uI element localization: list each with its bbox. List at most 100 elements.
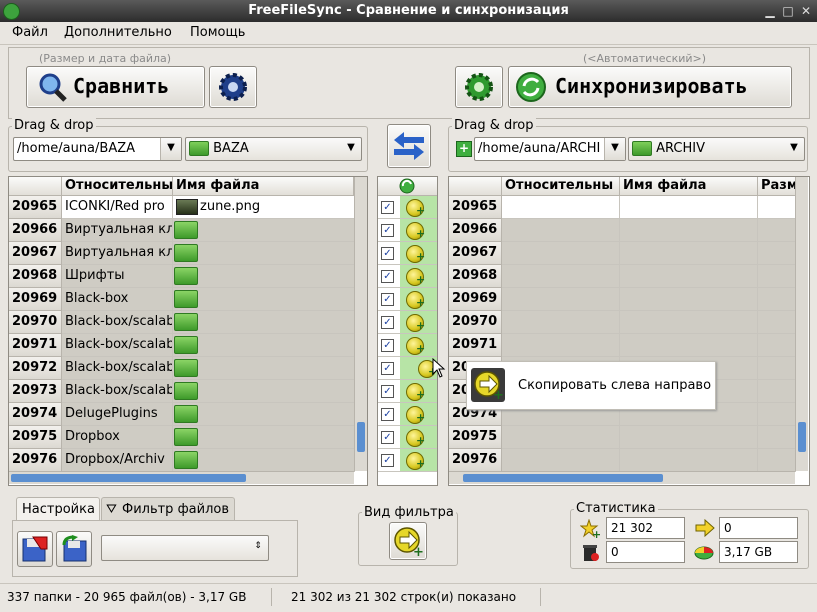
menu-help[interactable]: Помощь: [190, 25, 245, 40]
empty-cell[interactable]: [758, 449, 796, 472]
empty-cell[interactable]: [502, 426, 620, 449]
right-horizontal-scrollbar[interactable]: [449, 471, 795, 484]
compare-settings-button[interactable]: [209, 66, 257, 108]
empty-cell[interactable]: [502, 449, 620, 472]
empty-cell[interactable]: [758, 311, 796, 334]
sync-button[interactable]: Синхронизировать: [508, 66, 792, 108]
left-horizontal-scrollbar[interactable]: [9, 471, 354, 484]
right-path-input[interactable]: /home/auna/ARCHI ▼: [474, 137, 626, 161]
right-col-relative[interactable]: Относительны: [502, 177, 620, 196]
left-col-relative[interactable]: Относительны: [62, 177, 173, 196]
include-checkbox[interactable]: ✓: [381, 362, 394, 375]
empty-cell[interactable]: [502, 311, 620, 334]
filename-cell[interactable]: [173, 334, 355, 357]
right-col-size[interactable]: Разм: [758, 177, 799, 196]
empty-cell[interactable]: [502, 219, 620, 242]
chevron-down-icon[interactable]: ▼: [604, 138, 625, 160]
include-checkbox[interactable]: ✓: [381, 316, 394, 329]
chevron-down-icon[interactable]: ▼: [341, 138, 361, 160]
filename-cell[interactable]: [173, 219, 355, 242]
filename-cell[interactable]: [173, 380, 355, 403]
relative-path-cell[interactable]: Шрифты: [62, 265, 173, 288]
empty-cell[interactable]: [620, 449, 758, 472]
relative-path-cell[interactable]: ICONKI/Red pro: [62, 196, 173, 219]
include-checkbox[interactable]: ✓: [381, 270, 394, 283]
relative-path-cell[interactable]: Black-box/scalab: [62, 357, 173, 380]
include-checkbox[interactable]: ✓: [381, 293, 394, 306]
include-checkbox[interactable]: ✓: [381, 385, 394, 398]
filename-cell[interactable]: [173, 426, 355, 449]
left-vertical-scrollbar[interactable]: [354, 177, 367, 471]
empty-cell[interactable]: [620, 196, 758, 219]
empty-cell[interactable]: [758, 334, 796, 357]
relative-path-cell[interactable]: DelugePlugins: [62, 403, 173, 426]
empty-cell[interactable]: [758, 288, 796, 311]
include-checkbox[interactable]: ✓: [381, 247, 394, 260]
left-file-grid[interactable]: Относительны Имя файла 20965 ICONKI/Red p…: [8, 176, 368, 486]
filename-cell[interactable]: [173, 288, 355, 311]
filename-cell[interactable]: [173, 357, 355, 380]
include-checkbox[interactable]: ✓: [381, 201, 394, 214]
swap-sides-button[interactable]: [387, 124, 431, 168]
empty-cell[interactable]: [620, 219, 758, 242]
empty-cell[interactable]: [758, 426, 796, 449]
empty-cell[interactable]: [758, 242, 796, 265]
compare-button[interactable]: Сравнить: [26, 66, 205, 108]
close-icon[interactable]: ✕: [799, 4, 813, 18]
empty-cell[interactable]: [502, 242, 620, 265]
maximize-icon[interactable]: □: [781, 4, 795, 18]
filename-cell[interactable]: [173, 449, 355, 472]
tab-settings[interactable]: Настройка: [16, 497, 100, 520]
empty-cell[interactable]: [620, 242, 758, 265]
relative-path-cell[interactable]: Dropbox/Archiv: [62, 449, 173, 472]
scroll-thumb[interactable]: [463, 474, 663, 482]
filename-cell[interactable]: [173, 403, 355, 426]
action-column[interactable]: ✓+✓+✓+✓+✓+✓+✓+✓+✓+✓+✓+✓+: [377, 176, 438, 486]
empty-cell[interactable]: [620, 334, 758, 357]
filter-view-button[interactable]: +: [389, 522, 427, 560]
relative-path-cell[interactable]: Black-box: [62, 288, 173, 311]
empty-cell[interactable]: [502, 334, 620, 357]
include-checkbox[interactable]: ✓: [381, 339, 394, 352]
right-folder-select[interactable]: ARCHIV ▼: [628, 137, 805, 161]
right-file-grid[interactable]: Относительны Имя файла Разм 20965 20966 20…: [448, 176, 810, 486]
save-config-button[interactable]: [17, 531, 53, 567]
include-checkbox[interactable]: ✓: [381, 224, 394, 237]
empty-cell[interactable]: [502, 265, 620, 288]
menu-advanced[interactable]: Дополнительно: [64, 25, 172, 40]
empty-cell[interactable]: [758, 219, 796, 242]
sync-settings-button[interactable]: [455, 66, 503, 108]
right-vertical-scrollbar[interactable]: [795, 177, 808, 471]
tab-file-filter[interactable]: ⛛ Фильтр файлов: [101, 497, 235, 520]
empty-cell[interactable]: [502, 196, 620, 219]
left-folder-select[interactable]: BAZA ▼: [185, 137, 362, 161]
empty-cell[interactable]: [758, 380, 796, 403]
filename-cell[interactable]: [173, 265, 355, 288]
config-history-select[interactable]: ⇕: [101, 535, 269, 561]
load-config-button[interactable]: [56, 531, 92, 567]
chevron-down-icon[interactable]: ▼: [784, 138, 804, 160]
scroll-thumb[interactable]: [11, 474, 246, 482]
include-checkbox[interactable]: ✓: [381, 408, 394, 421]
empty-cell[interactable]: [620, 311, 758, 334]
right-col-filename[interactable]: Имя файла: [620, 177, 758, 196]
relative-path-cell[interactable]: Black-box/scalab: [62, 380, 173, 403]
chevron-down-icon[interactable]: ▼: [160, 138, 181, 160]
include-checkbox[interactable]: ✓: [381, 454, 394, 467]
chevron-updown-icon[interactable]: ⇕: [248, 536, 268, 558]
empty-cell[interactable]: [620, 288, 758, 311]
empty-cell[interactable]: [758, 265, 796, 288]
include-checkbox[interactable]: ✓: [381, 431, 394, 444]
relative-path-cell[interactable]: Виртуальная кл: [62, 242, 173, 265]
minimize-icon[interactable]: ▁: [763, 4, 777, 18]
add-folder-pair-icon[interactable]: +: [456, 141, 472, 157]
filename-cell[interactable]: zune.png: [173, 196, 355, 219]
scroll-thumb[interactable]: [357, 422, 365, 452]
left-col-filename[interactable]: Имя файла: [173, 177, 354, 196]
empty-cell[interactable]: [620, 426, 758, 449]
relative-path-cell[interactable]: Dropbox: [62, 426, 173, 449]
empty-cell[interactable]: [758, 403, 796, 426]
empty-cell[interactable]: [502, 288, 620, 311]
menu-file[interactable]: Файл: [12, 25, 48, 40]
left-path-input[interactable]: /home/auna/BAZA ▼: [13, 137, 182, 161]
